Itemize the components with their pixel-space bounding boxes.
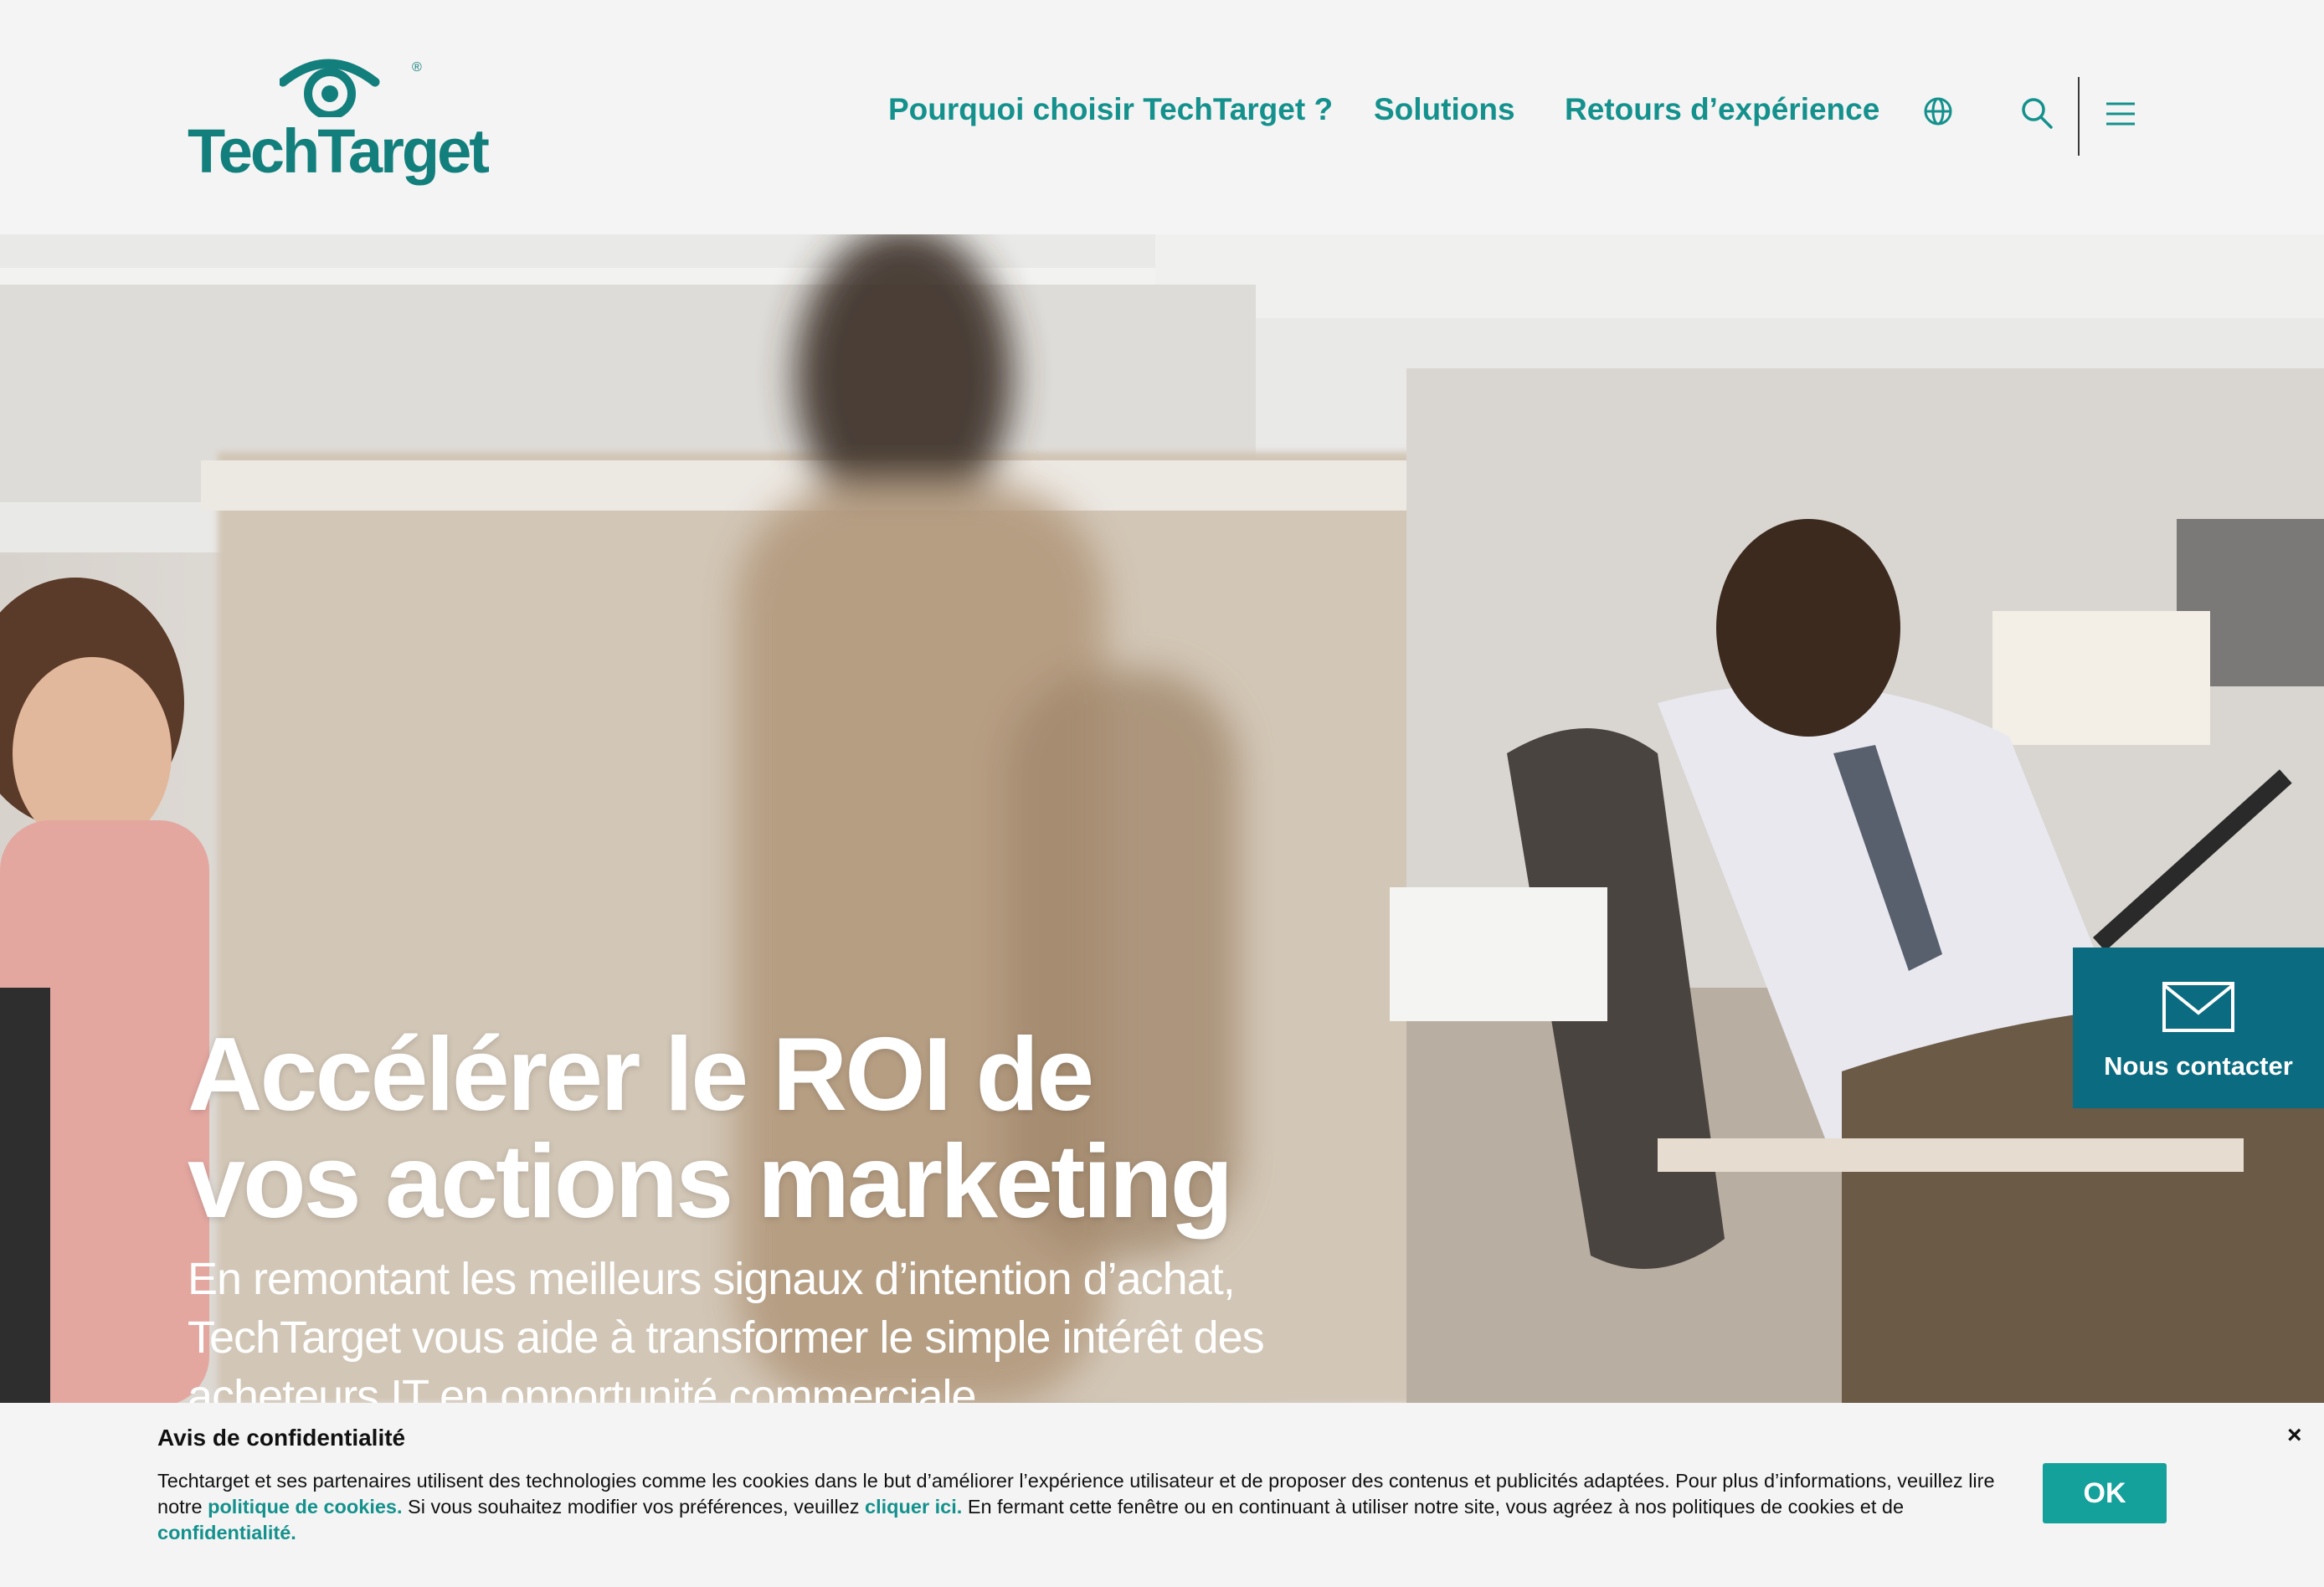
hero-title-line: Accélérer le ROI de (188, 1017, 1094, 1132)
hero-title-line: vos actions marketing (188, 1124, 1233, 1240)
mail-icon (2162, 982, 2234, 1032)
nav-divider (2078, 77, 2080, 156)
preferences-link[interactable]: cliquer ici. (865, 1496, 962, 1518)
registered-mark: ® (412, 60, 422, 74)
ok-button[interactable]: OK (2043, 1463, 2167, 1523)
menu-icon[interactable] (2105, 100, 2136, 127)
search-icon[interactable] (2019, 95, 2054, 131)
close-icon[interactable]: × (2287, 1421, 2302, 1450)
cookie-text: Techtarget et ses partenaires utilisent … (157, 1468, 1999, 1546)
cookie-text-part: En fermant cette fenêtre ou en continuan… (962, 1496, 1905, 1518)
cookie-title: Avis de confidentialité (157, 1425, 406, 1451)
hero-title: Accélérer le ROI de vos actions marketin… (188, 1021, 1360, 1235)
cookie-policy-link[interactable]: politique de cookies. (208, 1496, 402, 1518)
cookie-banner: Avis de confidentialité Techtarget et se… (0, 1403, 2324, 1587)
hero-section: Accélérer le ROI de vos actions marketin… (0, 234, 2324, 1403)
nav-solutions[interactable]: Solutions (1374, 92, 1515, 127)
main-nav: Pourquoi choisir TechTarget ? Solutions … (0, 92, 2324, 142)
nav-why-techtarget[interactable]: Pourquoi choisir TechTarget ? (888, 92, 1333, 127)
contact-button[interactable]: Nous contacter (2073, 948, 2324, 1108)
hero-subtitle-line: En remontant les meilleurs signaux d’int… (188, 1254, 1236, 1304)
site-header: ® TechTarget Pourquoi choisir TechTarget… (0, 0, 2324, 234)
hero-subtitle-line: TechTarget vous aide à transformer le si… (188, 1312, 1265, 1363)
nav-case-studies[interactable]: Retours d’expérience (1565, 92, 1879, 127)
hero-subtitle: En remontant les meilleurs signaux d’int… (188, 1250, 1360, 1403)
hero-subtitle-line: acheteurs IT en opportunité commerciale. (188, 1371, 989, 1403)
cookie-text-part: Si vous souhaitez modifier vos préférenc… (402, 1496, 866, 1518)
privacy-link[interactable]: confidentialité. (157, 1522, 296, 1543)
globe-icon[interactable] (1922, 95, 1954, 127)
contact-label: Nous contacter (2104, 1051, 2293, 1081)
